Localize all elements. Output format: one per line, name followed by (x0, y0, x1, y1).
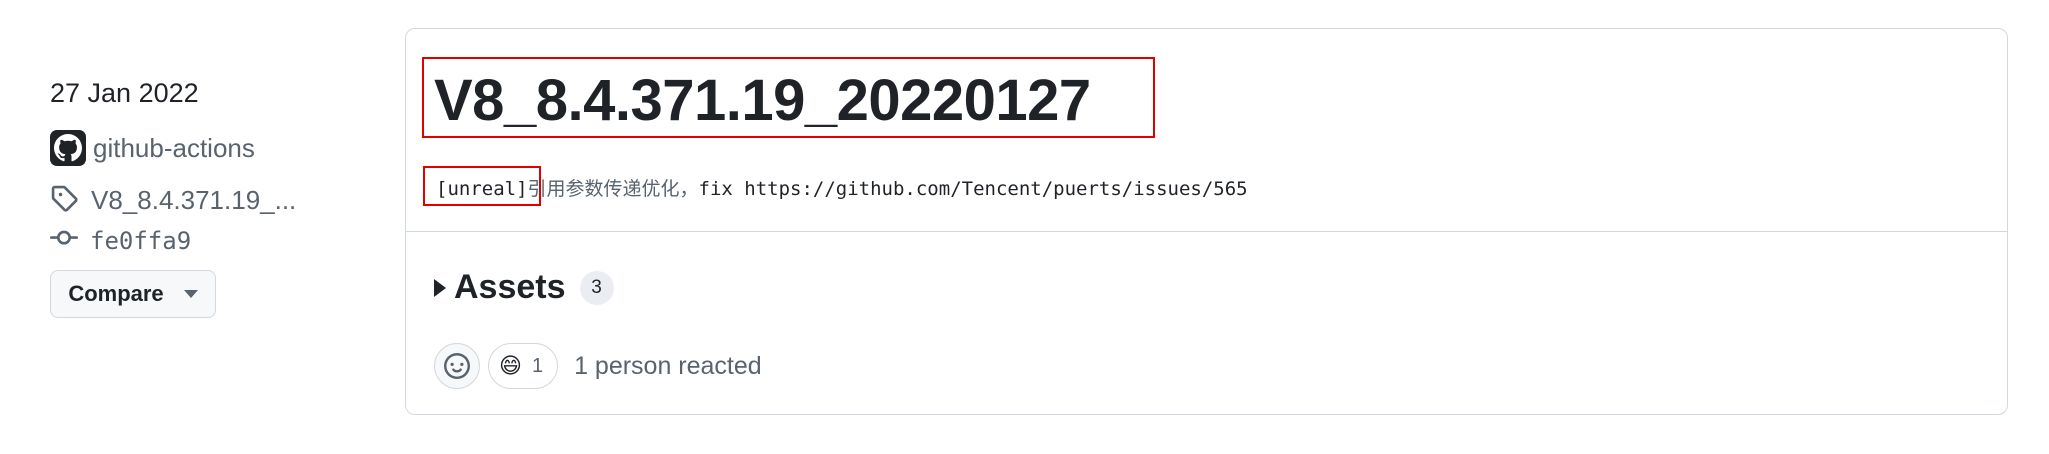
smile-reaction-count: 1 (531, 354, 544, 377)
commit-icon (50, 224, 78, 257)
release-notes-text: fix https://github.com/Tencent/puerts/is… (698, 178, 1248, 200)
tag-highlight-box (423, 166, 541, 206)
release-card: V8_8.4.371.19_20220127 [unreal]引用参数传递优化，… (405, 28, 2008, 415)
assets-toggle[interactable]: Assets 3 (434, 268, 614, 307)
release-notes: [unreal]引用参数传递优化，fix https://github.com/… (436, 174, 1248, 201)
smile-emoji-icon: 😄 (499, 353, 522, 378)
caret-down-icon (183, 290, 198, 298)
tag-link[interactable]: V8_8.4.371.19_... (50, 184, 296, 217)
card-divider (406, 231, 2007, 232)
assets-count-badge: 3 (579, 270, 614, 305)
compare-label: Compare (68, 281, 164, 306)
smile-reaction-button[interactable]: 😄 1 (488, 343, 559, 389)
author-name: github-actions (93, 132, 255, 163)
reactions-bar: 😄 1 1 person reacted (434, 343, 762, 389)
release-date: 27 Jan 2022 (50, 78, 199, 108)
author-link[interactable]: github-actions (50, 130, 255, 166)
commit-sha: fe0ffa9 (90, 226, 192, 255)
title-highlight-box (422, 57, 1155, 138)
compare-button[interactable]: Compare (50, 270, 216, 318)
reaction-summary: 1 person reacted (574, 351, 762, 380)
commit-link[interactable]: fe0ffa9 (50, 224, 191, 257)
assets-label: Assets (454, 268, 566, 306)
release-notes-cjk: 引用参数传递优化， (527, 178, 699, 200)
tag-icon (50, 184, 78, 217)
triangle-right-icon (434, 278, 446, 297)
smiley-icon (444, 353, 470, 379)
add-reaction-button[interactable] (434, 343, 480, 389)
github-avatar-icon (50, 130, 86, 166)
tag-name: V8_8.4.371.19_... (91, 185, 297, 215)
